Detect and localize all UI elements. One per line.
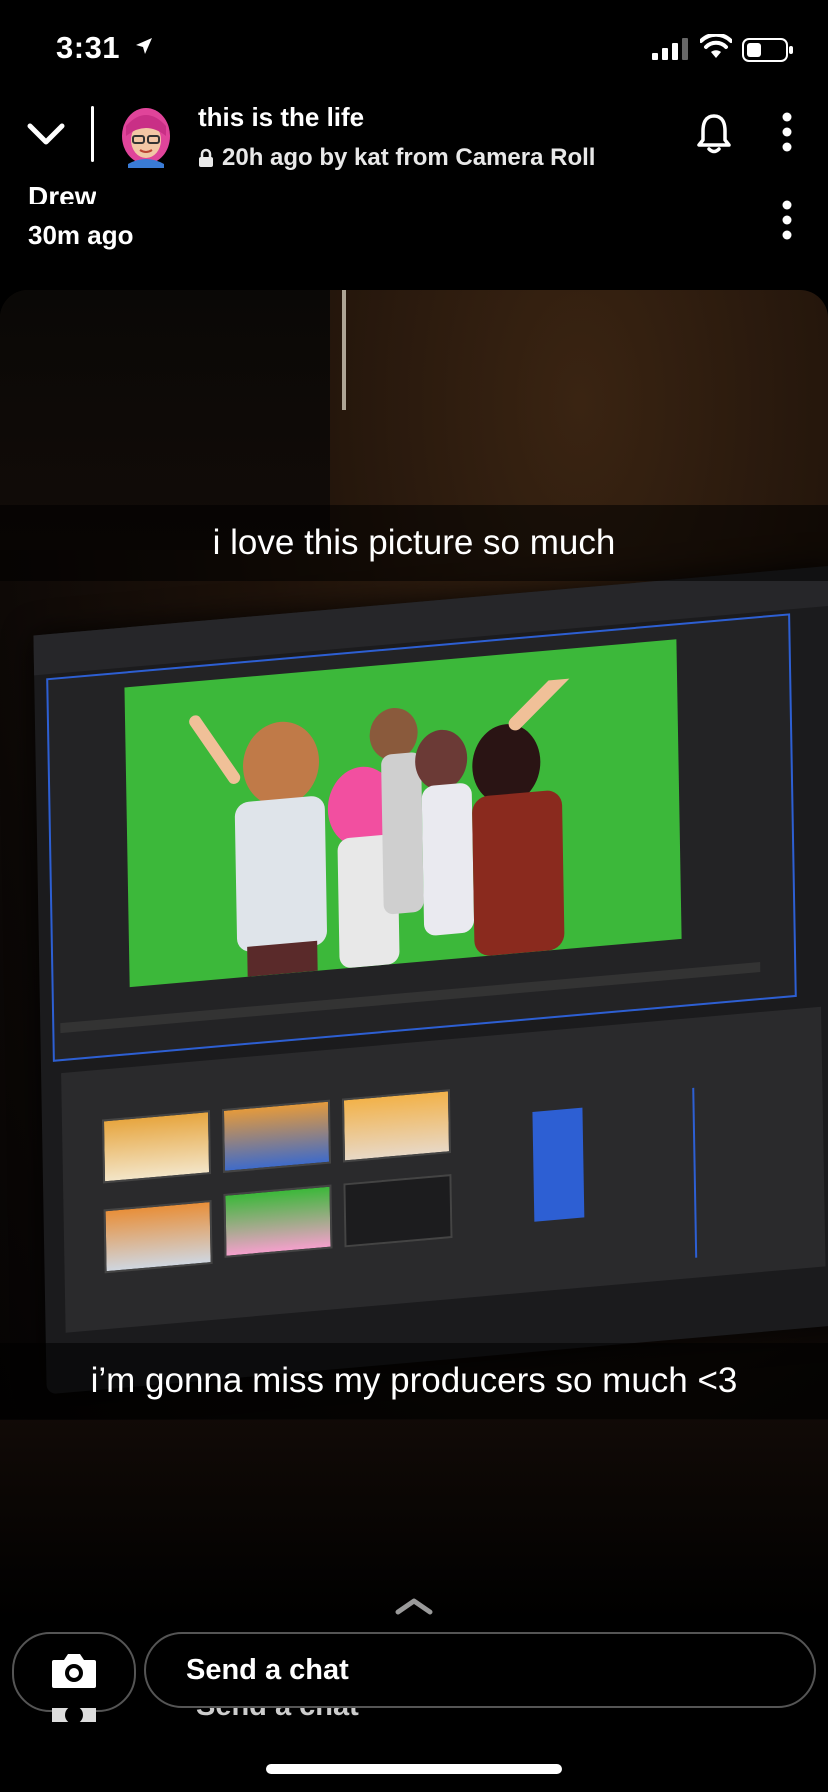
bell-icon[interactable] <box>694 112 734 154</box>
more-vertical-icon[interactable] <box>780 112 794 152</box>
story-header: this is the life 20h ago by kat from Cam… <box>0 96 828 186</box>
camera-icon <box>52 1654 96 1688</box>
monitor-track-selection <box>532 1107 585 1222</box>
photo-wall-edge <box>342 290 346 410</box>
monitor-thumbnail <box>103 1199 213 1274</box>
status-bar: 3:31 <box>0 0 828 96</box>
cellular-signal-icon <box>652 38 688 60</box>
wifi-icon <box>700 34 732 58</box>
status-time: 3:31 <box>56 30 121 65</box>
story-title: this is the life <box>198 102 365 132</box>
ghost-chat-row: Send a chat <box>0 1708 828 1722</box>
monitor-people-image <box>189 677 577 977</box>
monitor-thumbnail <box>221 1099 332 1173</box>
story-meta-text: 20h ago by kat from Camera Roll <box>222 144 596 171</box>
underlying-story-time: 30m ago <box>28 220 134 250</box>
location-arrow-icon <box>136 38 152 54</box>
ghost-chat-placeholder: Send a chat <box>196 1708 359 1722</box>
monitor-playhead <box>692 1087 698 1258</box>
story-meta: 20h ago by kat from Camera Roll <box>198 144 595 172</box>
monitor-thumbnail <box>341 1089 452 1163</box>
chevron-up-icon[interactable] <box>394 1596 434 1616</box>
home-indicator[interactable] <box>266 1764 562 1774</box>
monitor-project-panel <box>61 1006 826 1333</box>
story-caption: i love this picture so much <box>0 505 828 581</box>
chevron-down-icon[interactable] <box>26 120 66 148</box>
battery-icon <box>742 38 793 62</box>
lock-icon <box>199 148 213 167</box>
story-media-photo[interactable] <box>0 290 828 1420</box>
monitor-thumbnail <box>343 1174 453 1248</box>
monitor-thumbnail <box>101 1110 212 1184</box>
underlying-story-info: Drew 30m ago <box>0 181 828 256</box>
send-chat-placeholder: Send a chat <box>186 1654 349 1686</box>
send-chat-input[interactable]: Send a chat <box>144 1632 816 1708</box>
bottom-shade <box>0 1420 828 1620</box>
more-vertical-icon[interactable] <box>780 200 794 240</box>
story-caption: i’m gonna miss my producers so much <3 <box>0 1343 828 1419</box>
camera-icon <box>52 1708 96 1722</box>
monitor-thumbnail <box>223 1184 333 1258</box>
underlying-story-name: Drew <box>28 181 97 204</box>
header-divider <box>91 106 94 162</box>
story-viewer-screen: 3:31 this is the life 20h ago by kat fro… <box>0 0 828 1792</box>
monitor-screen-image <box>33 565 828 1395</box>
camera-button[interactable] <box>12 1632 136 1712</box>
avatar[interactable] <box>116 100 176 168</box>
